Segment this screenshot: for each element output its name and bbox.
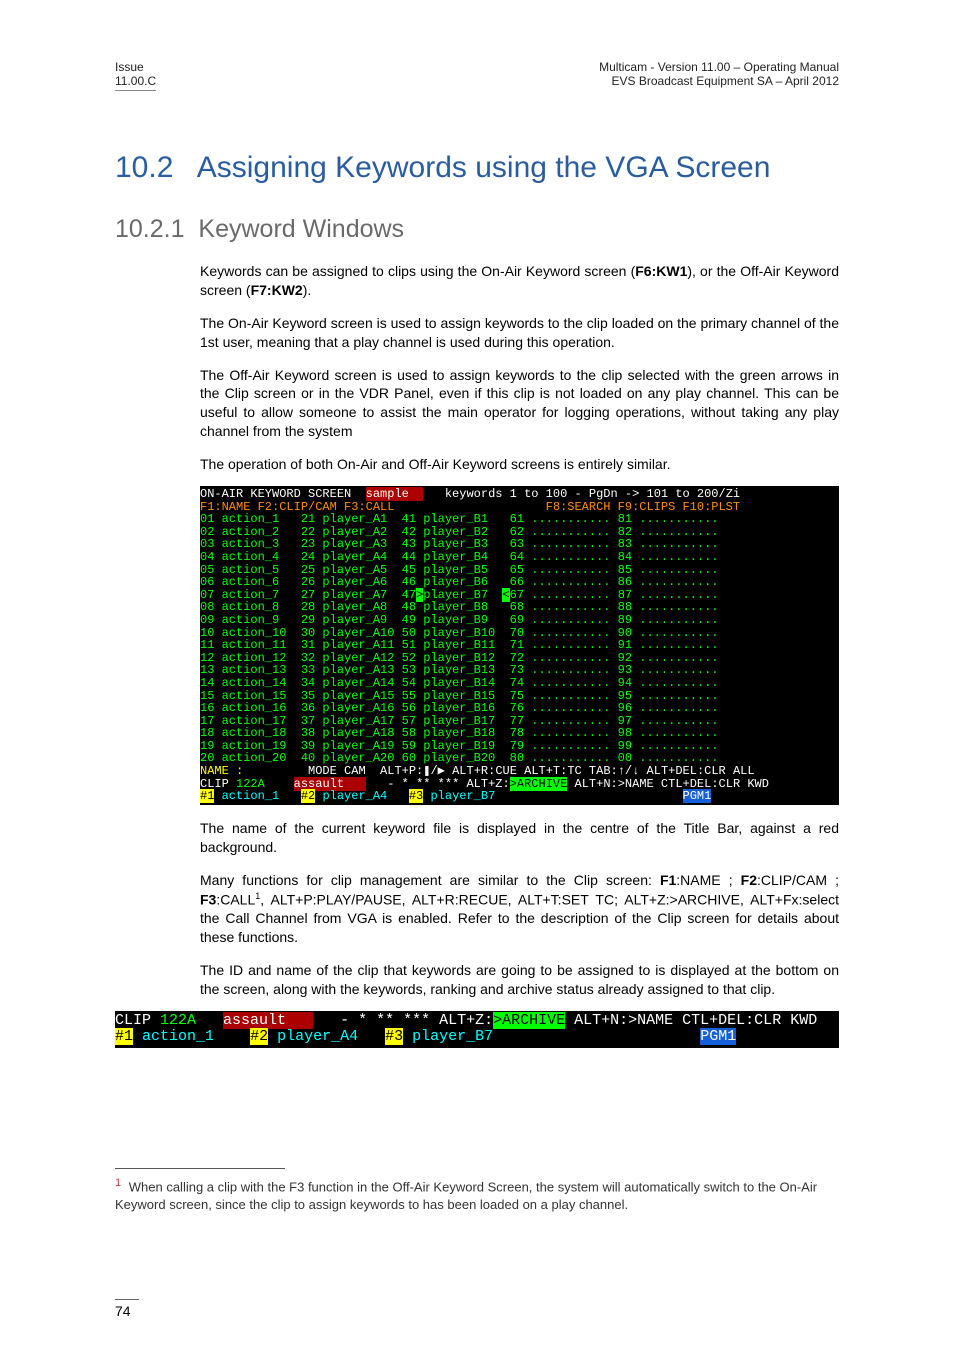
subsection-heading: 10.2.1 Keyword Windows — [115, 215, 839, 244]
header-issue: Issue 11.00.C — [115, 60, 156, 91]
issue-code: 11.00.C — [115, 74, 156, 88]
paragraph-2: The On-Air Keyword screen is used to ass… — [200, 314, 839, 352]
terminal-small-screenshot: CLIP 122A assault - * ** *** ALT+Z:>ARCH… — [115, 1011, 839, 1048]
section-number: 10.2 — [115, 151, 173, 184]
footnote-number: 1 — [115, 1177, 121, 1189]
footnote-separator — [115, 1168, 285, 1169]
section-heading: 10.2 Assigning Keywords using the VGA Sc… — [115, 151, 839, 185]
header-title: Multicam - Version 11.00 – Operating Man… — [599, 60, 839, 91]
subsection-number: 10.2.1 — [115, 215, 185, 243]
paragraph-3: The Off-Air Keyword screen is used to as… — [200, 366, 839, 442]
paragraph-5: The name of the current keyword file is … — [200, 819, 839, 857]
paragraph-7: The ID and name of the clip that keyword… — [200, 961, 839, 999]
manual-title: Multicam - Version 11.00 – Operating Man… — [599, 60, 839, 74]
section-title-text: Assigning Keywords using the VGA Screen — [197, 151, 771, 184]
issue-label: Issue — [115, 60, 144, 74]
page-number: 74 — [115, 1299, 139, 1319]
paragraph-4: The operation of both On-Air and Off-Air… — [200, 455, 839, 474]
subsection-title-text: Keyword Windows — [198, 215, 404, 243]
footnote-1: 1 When calling a clip with the F3 functi… — [115, 1176, 839, 1213]
paragraph-6: Many functions for clip management are s… — [200, 871, 839, 947]
page-header: Issue 11.00.C Multicam - Version 11.00 –… — [115, 60, 839, 91]
paragraph-1: Keywords can be assigned to clips using … — [200, 262, 839, 300]
terminal-main-screenshot: ON-AIR KEYWORD SCREEN sample keywords 1 … — [200, 486, 839, 805]
footnote-text: When calling a clip with the F3 function… — [115, 1179, 817, 1212]
manual-subtitle: EVS Broadcast Equipment SA – April 2012 — [612, 74, 839, 88]
